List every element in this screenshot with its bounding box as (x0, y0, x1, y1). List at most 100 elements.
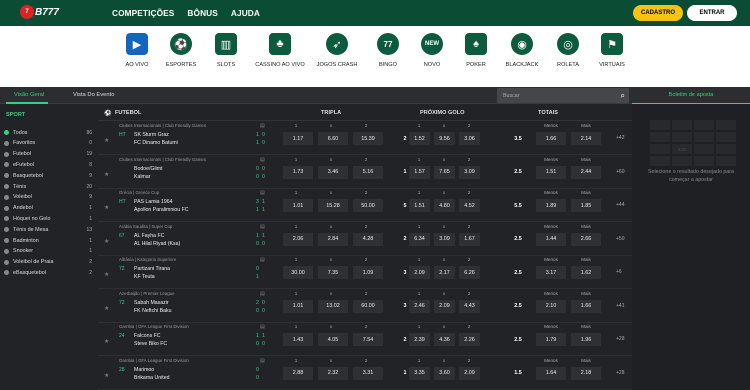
category-virtual[interactable]: ⚑ VIRTUAIS (587, 33, 637, 68)
odd-button[interactable]: 1.67 (459, 232, 480, 246)
odd-button[interactable]: 3.06 (459, 132, 480, 145)
favorite-star-icon[interactable]: ★ (104, 171, 109, 178)
category-sports[interactable]: ⚽ ESPORTES (156, 33, 206, 68)
match-row[interactable]: Grécia | Greece Cup ★ HT PAS Lamia 1964 Apol… (98, 188, 632, 222)
odd-button[interactable]: 1.64 (536, 366, 566, 380)
odd-button[interactable]: 9.56 (434, 132, 455, 145)
odd-button[interactable]: 1.73 (283, 165, 313, 179)
match-row[interactable]: Gambia | GFA League First Division ★ 28 Mar… (98, 356, 632, 390)
odd-button[interactable]: 3.35 (409, 366, 430, 380)
match-row[interactable]: Albânia | Kategoria Superiore ★ 72 Partizan… (98, 255, 632, 289)
favorite-star-icon[interactable]: ★ (104, 338, 109, 345)
odd-button[interactable]: 60.00 (353, 299, 383, 313)
odd-button[interactable]: 1.85 (571, 199, 601, 212)
odd-button[interactable]: 30.00 (283, 266, 313, 279)
sidebar-item[interactable]: Todos 86 (4, 127, 96, 138)
odd-button[interactable]: 2.14 (571, 132, 601, 145)
tab-event-view[interactable]: Vista Do Evento (73, 92, 114, 98)
more-markets-link[interactable]: +41 (616, 303, 624, 309)
sidebar-item[interactable]: Voleibol 9 (4, 192, 96, 203)
more-markets-link[interactable]: +42 (616, 135, 624, 141)
betslip-title[interactable]: Boletim de aposta (632, 87, 750, 104)
category-crash-games[interactable]: ➶ JOGOS CRASH (312, 33, 362, 68)
stats-icon[interactable]: ▤ (260, 190, 265, 196)
nav-competitions[interactable]: COMPETIÇÕES (112, 8, 174, 18)
odd-button[interactable]: 2.39 (409, 333, 430, 346)
sidebar-item[interactable]: Badminton 1 (4, 235, 96, 246)
odd-button[interactable]: 1.52 (409, 132, 430, 145)
sidebar-item[interactable]: Voleibol de Praia 2 (4, 257, 96, 268)
match-row[interactable]: Clubes Internacionais | Club Friendly Ga… (98, 121, 632, 155)
odd-button[interactable]: 1.01 (283, 299, 313, 313)
odd-button[interactable]: 2.06 (283, 232, 313, 246)
category-new[interactable]: NEW NOVO (407, 33, 457, 68)
odd-button[interactable]: 2.32 (318, 366, 348, 380)
category-slots[interactable]: ▥ SLOTS (201, 33, 251, 68)
odd-button[interactable]: 4.52 (459, 199, 480, 212)
tab-overview[interactable]: Visão Geral (14, 92, 44, 98)
nav-help[interactable]: AJUDA (231, 8, 260, 18)
favorite-star-icon[interactable]: ★ (104, 305, 109, 312)
nav-bonus[interactable]: BÔNUS (187, 8, 217, 18)
search-icon[interactable]: ⌕ (621, 91, 625, 101)
odd-button[interactable]: 1.51 (536, 165, 566, 179)
sidebar-item[interactable]: Ténis 20 (4, 181, 96, 192)
odd-button[interactable]: 4.80 (434, 199, 455, 212)
odd-button[interactable]: 3.46 (318, 165, 348, 179)
register-button[interactable]: CADASTRO (633, 5, 683, 21)
odd-button[interactable]: 2.66 (571, 232, 601, 246)
odd-button[interactable]: 1.17 (283, 132, 313, 145)
odd-button[interactable]: 2.17 (434, 266, 455, 279)
odd-button[interactable]: 5.16 (353, 165, 383, 179)
odd-button[interactable]: 3.60 (434, 366, 455, 380)
odd-button[interactable]: 4.05 (318, 333, 348, 346)
odd-button[interactable]: 1.57 (409, 165, 430, 179)
sidebar-item[interactable]: Andebol 1 (4, 203, 96, 214)
odd-button[interactable]: 2.44 (571, 165, 601, 179)
odd-button[interactable]: 1.66 (571, 299, 601, 313)
odd-button[interactable]: 2.09 (409, 266, 430, 279)
odd-button[interactable]: 6.26 (459, 266, 480, 279)
category-roulette[interactable]: ◎ ROLETA (543, 33, 593, 68)
odd-button[interactable]: 3.17 (536, 266, 566, 279)
sidebar-item[interactable]: Favoritos 0 (4, 138, 96, 149)
search-input[interactable]: Buscar ⌕ (497, 88, 629, 103)
stats-icon[interactable]: ▤ (260, 224, 265, 230)
sidebar-item[interactable]: eFutebol 8 (4, 159, 96, 170)
odd-button[interactable]: 7.65 (434, 165, 455, 179)
odd-button[interactable]: 2.09 (459, 366, 480, 380)
odd-button[interactable]: 2.09 (434, 299, 455, 313)
odd-button[interactable]: 4.43 (459, 299, 480, 313)
favorite-star-icon[interactable]: ★ (104, 372, 109, 379)
odd-button[interactable]: 6.60 (318, 132, 348, 145)
site-logo[interactable]: 7 B777 (20, 5, 59, 19)
odd-button[interactable]: 1.44 (536, 232, 566, 246)
sidebar-item[interactable]: Hóquei no Gelo 1 (4, 213, 96, 224)
stats-icon[interactable]: ▤ (260, 257, 265, 263)
more-markets-link[interactable]: +28 (616, 336, 624, 342)
category-blackjack[interactable]: ◉ BLACKJACK (497, 33, 547, 68)
sidebar-item[interactable]: eBasquetebol 2 (4, 267, 96, 278)
favorite-star-icon[interactable]: ★ (104, 137, 109, 144)
more-markets-link[interactable]: +28 (616, 370, 624, 376)
sidebar-item[interactable]: Ténis de Mesa 13 (4, 224, 96, 235)
stats-icon[interactable]: ▤ (260, 157, 265, 163)
match-row[interactable]: Arábia Saudita | Super Cup ★ 67 AL Fayha FC… (98, 222, 632, 256)
odd-button[interactable]: 2.46 (409, 299, 430, 313)
category-poker[interactable]: ♠ POKER (451, 33, 501, 68)
odd-button[interactable]: 1.01 (283, 199, 313, 212)
stats-icon[interactable]: ▤ (260, 291, 265, 297)
category-bingo[interactable]: 77 BINGO (363, 33, 413, 68)
odd-button[interactable]: 2.88 (283, 366, 313, 380)
odd-button[interactable]: 15.39 (353, 132, 383, 145)
odd-button[interactable]: 4.36 (434, 333, 455, 346)
odd-button[interactable]: 15.28 (318, 199, 348, 212)
odd-button[interactable]: 3.31 (353, 366, 383, 380)
favorite-star-icon[interactable]: ★ (104, 238, 109, 245)
login-button[interactable]: ENTRAR (687, 5, 737, 21)
odd-button[interactable]: 1.62 (571, 266, 601, 279)
odd-button[interactable]: 1.89 (536, 199, 566, 212)
odd-button[interactable]: 1.51 (409, 199, 430, 212)
favorite-star-icon[interactable]: ★ (104, 204, 109, 211)
odd-button[interactable]: 7.54 (353, 333, 383, 346)
